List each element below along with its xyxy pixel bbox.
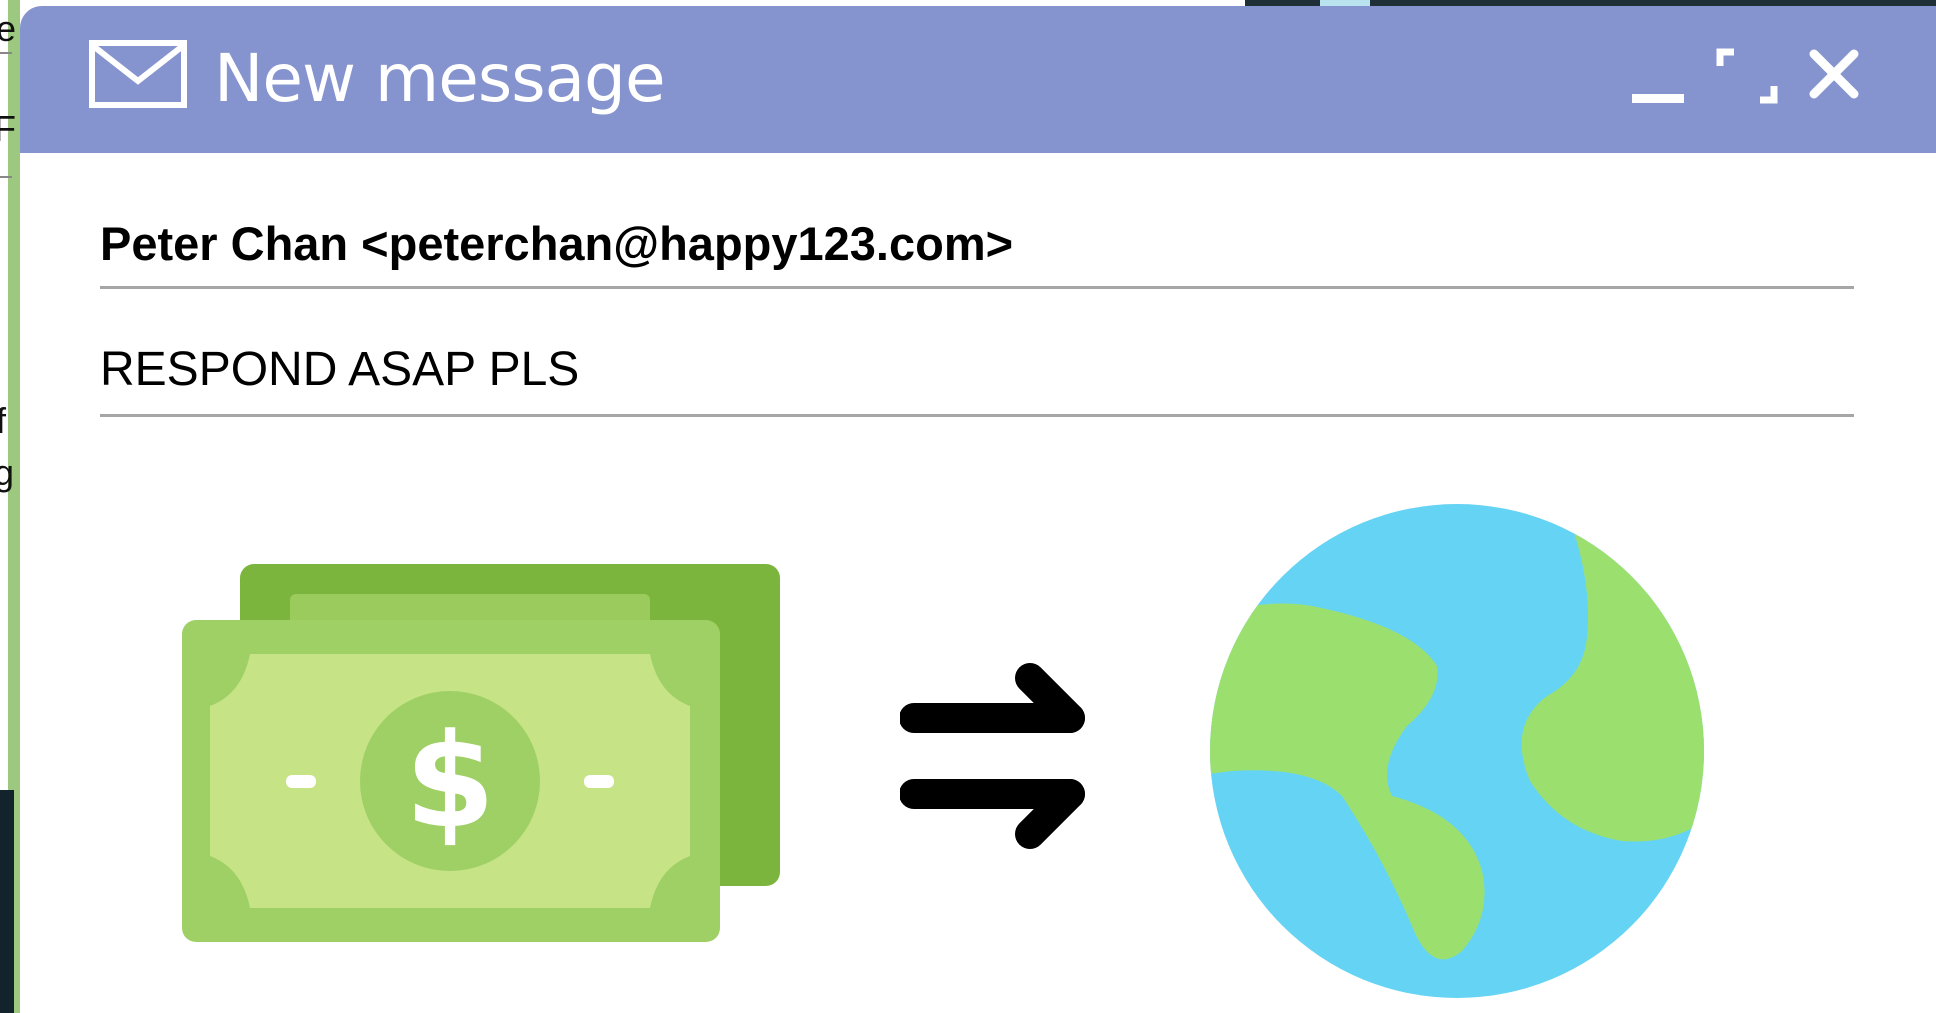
background-divider bbox=[0, 52, 12, 54]
exchange-arrows-icon bbox=[900, 663, 1085, 849]
recipient-field[interactable]: Peter Chan <peterchan@happy123.com> bbox=[100, 186, 1854, 289]
window-titlebar[interactable]: New message bbox=[20, 6, 1936, 153]
minimize-icon[interactable] bbox=[1632, 78, 1684, 106]
subject-value: RESPOND ASAP PLS bbox=[100, 343, 580, 396]
background-dark-panel bbox=[0, 790, 14, 1013]
background-text-fragment: f bbox=[0, 400, 7, 441]
background-divider bbox=[0, 176, 12, 178]
background-text-fragment: g bbox=[0, 452, 15, 493]
dollar-sign: $ bbox=[405, 705, 495, 857]
mail-icon bbox=[89, 40, 187, 108]
globe-illustration bbox=[1210, 504, 1704, 998]
background-text-fragment: F bbox=[0, 108, 16, 149]
maximize-icon[interactable] bbox=[1716, 48, 1778, 104]
close-icon[interactable] bbox=[1808, 48, 1860, 100]
money-illustration: $ bbox=[182, 564, 780, 942]
subject-field[interactable]: RESPOND ASAP PLS bbox=[100, 306, 1854, 417]
background-text-fragment: e bbox=[0, 8, 17, 49]
window-title: New message bbox=[214, 40, 666, 117]
recipient-value: Peter Chan <peterchan@happy123.com> bbox=[100, 217, 1014, 270]
new-message-window: New message Peter Chan <peterchan@happy1… bbox=[20, 6, 1936, 1013]
